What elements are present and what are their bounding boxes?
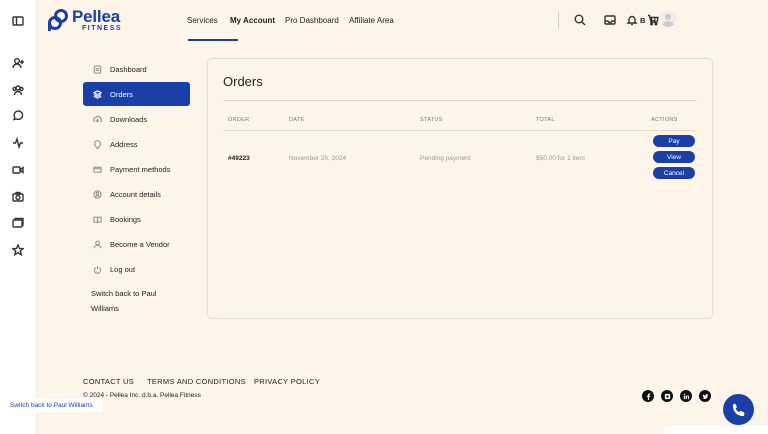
sidebar-item-label: Account details: [110, 189, 161, 199]
column-header-status: STATUS: [420, 117, 443, 123]
cancel-button[interactable]: Cancel: [653, 167, 695, 179]
nav-services[interactable]: Services: [187, 16, 218, 25]
brand-sub: FITNESS: [82, 25, 123, 32]
sidebar-item-downloads[interactable]: Downloads: [83, 107, 190, 131]
switch-back-floating-link[interactable]: Switch back to Paul Williams: [5, 398, 103, 412]
sidebar-item-label: Bookings: [110, 214, 141, 224]
twitter-icon[interactable]: [699, 390, 711, 402]
order-total: $50.00 for 1 item: [536, 155, 585, 162]
facebook-icon[interactable]: [642, 390, 654, 402]
footer-terms-link[interactable]: TERMS AND CONDITIONS: [147, 377, 246, 386]
star-icon[interactable]: [11, 243, 25, 257]
sidebar-item-label: Log out: [110, 264, 136, 274]
sidebar-item-label: Become a Vendor: [110, 239, 170, 249]
nav-affiliate-area[interactable]: Affiliate Area: [349, 16, 394, 25]
title-divider: [223, 100, 697, 101]
user-add-icon[interactable]: [11, 56, 25, 70]
icon-rail: [0, 0, 37, 434]
instagram-icon[interactable]: [661, 390, 673, 402]
sidebar-item-label: Orders: [110, 89, 133, 99]
video-icon[interactable]: [11, 163, 25, 177]
sidebar-item-address[interactable]: Address: [83, 132, 190, 156]
activity-icon[interactable]: [11, 136, 25, 150]
order-number-link[interactable]: #49223: [228, 155, 250, 162]
sidebar-item-orders[interactable]: Orders: [83, 82, 190, 106]
column-header-order: ORDER: [228, 117, 250, 123]
users-icon[interactable]: [11, 83, 25, 97]
order-status: Pending payment: [420, 155, 471, 162]
sidebar-item-label: Address: [110, 139, 138, 149]
location-icon: [92, 139, 102, 149]
sidebar-item-dashboard[interactable]: Dashboard: [83, 57, 190, 81]
chat-icon[interactable]: [11, 109, 25, 123]
order-date: November 25, 2024: [289, 155, 347, 162]
footer-privacy-link[interactable]: PRIVACY POLICY: [254, 377, 320, 386]
sidebar-item-logout[interactable]: Log out: [83, 257, 190, 281]
book-icon: [92, 214, 102, 224]
gallery-icon[interactable]: [11, 216, 25, 230]
phone-icon[interactable]: [723, 394, 754, 425]
sidebar-toggle-icon[interactable]: [11, 14, 25, 28]
brand-logo[interactable]: Pellea FITNESS: [47, 8, 122, 32]
header-divider: [223, 130, 697, 131]
download-icon: [92, 114, 102, 124]
column-header-total: TOTAL: [536, 117, 555, 123]
sidebar-item-label: Dashboard: [110, 64, 147, 74]
view-button[interactable]: View: [653, 151, 695, 163]
orders-card: Orders ORDER DATE STATUS TOTAL ACTIONS #…: [207, 58, 713, 319]
orders-icon: [92, 89, 102, 99]
nav-pro-dashboard[interactable]: Pro Dashboard: [285, 16, 339, 25]
page-title: Orders: [223, 74, 263, 89]
sidebar-item-label: Downloads: [110, 114, 148, 124]
switch-back-link[interactable]: Switch back to Paul Williams: [91, 286, 181, 316]
pay-button[interactable]: Pay: [653, 135, 695, 147]
camera-icon[interactable]: [11, 190, 25, 204]
brand-name: Pellea: [72, 7, 120, 26]
avatar[interactable]: [660, 11, 676, 27]
card-icon: [92, 164, 102, 174]
sidebar-item-payment-methods[interactable]: Payment methods: [83, 157, 190, 181]
sidebar-item-bookings[interactable]: Bookings: [83, 207, 190, 231]
nav-my-account[interactable]: My Account: [230, 16, 275, 25]
footer-contact-link[interactable]: CONTACT US: [83, 377, 134, 386]
bell-icon[interactable]: [626, 14, 638, 26]
sidebar-item-label: Payment methods: [110, 164, 171, 174]
header-divider: [558, 12, 559, 28]
column-header-date: DATE: [289, 117, 305, 123]
chat-widget-edge: [664, 426, 768, 434]
nav-active-indicator: [188, 39, 238, 41]
logo-mark-icon: [48, 9, 68, 31]
linkedin-icon[interactable]: [680, 390, 692, 402]
sidebar-item-become-vendor[interactable]: Become a Vendor: [83, 232, 190, 256]
inbox-icon[interactable]: [604, 14, 616, 26]
power-icon: [92, 264, 102, 274]
account-icon: [92, 189, 102, 199]
sidebar-item-account-details[interactable]: Account details: [83, 182, 190, 206]
user-initials[interactable]: B H: [640, 16, 657, 25]
vendor-icon: [92, 239, 102, 249]
search-icon[interactable]: [574, 14, 586, 26]
dashboard-icon: [92, 64, 102, 74]
column-header-actions: ACTIONS: [651, 117, 678, 123]
